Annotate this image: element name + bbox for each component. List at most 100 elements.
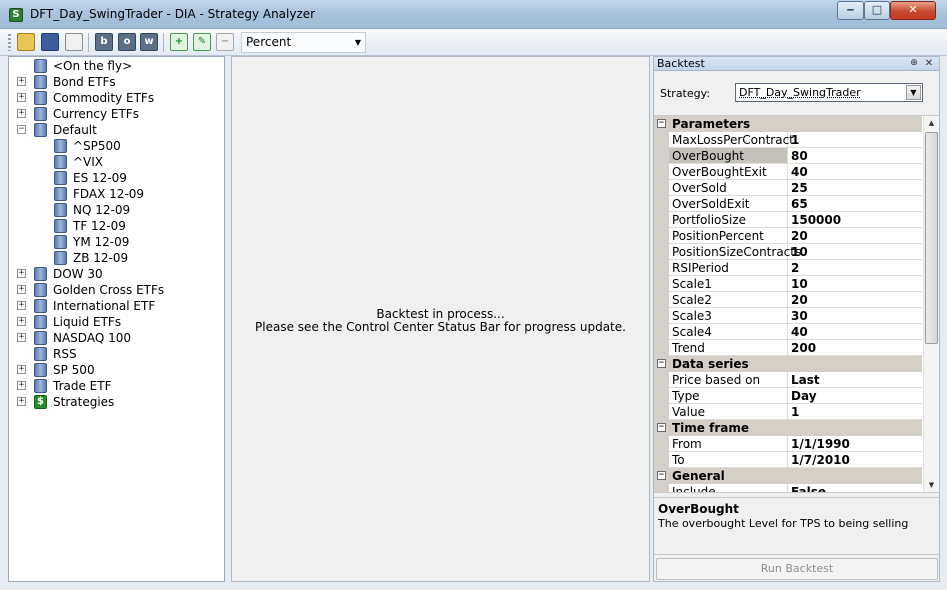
grid-property-value[interactable]: 80 <box>788 148 922 164</box>
grid-property-row[interactable]: OverSoldExit 65 <box>654 196 922 212</box>
grid-property-value[interactable]: 200 <box>788 340 922 356</box>
grid-property-row[interactable]: OverBoughtExit 40 <box>654 164 922 180</box>
tree-item-label: NQ 12-09 <box>73 203 131 217</box>
minimize-icon: ‒ <box>846 3 855 16</box>
grid-property-value[interactable]: 10 <box>788 244 922 260</box>
scroll-up-icon[interactable]: ▲ <box>924 116 939 130</box>
strategy-analyzer-app-icon: S <box>9 8 23 22</box>
grid-gutter <box>654 180 669 196</box>
grid-gutter <box>654 244 669 260</box>
grid-property-value[interactable]: 20 <box>788 292 922 308</box>
display-unit-dropdown[interactable]: Percent ▼ <box>241 32 366 53</box>
grid-category[interactable]: − Time frame <box>654 420 922 436</box>
collapse-minus-icon[interactable]: − <box>657 471 666 480</box>
instrument-list-icon <box>34 107 47 121</box>
collapse-minus-icon[interactable]: − <box>17 125 26 134</box>
instrument-list-icon <box>34 267 47 281</box>
grid-property-value[interactable]: Day <box>788 388 922 404</box>
grid-property-value[interactable]: 40 <box>788 324 922 340</box>
grid-property-row[interactable]: OverBought 80 <box>654 148 922 164</box>
add-icon[interactable]: + <box>170 33 188 51</box>
instrument-tree[interactable]: <On the fly> + Bond ETFs + Commodity ETFs + Cu… <box>8 56 225 582</box>
property-grid[interactable]: − Parameters MaxLossPerContract 1 OverBought… <box>654 115 939 493</box>
expand-plus-icon[interactable]: + <box>17 109 26 118</box>
grid-property-row[interactable]: OverSold 25 <box>654 180 922 196</box>
close-window-button[interactable]: ✕ <box>890 1 936 20</box>
expand-plus-icon[interactable]: + <box>17 365 26 374</box>
grid-property-row[interactable]: MaxLossPerContract 1 <box>654 132 922 148</box>
backtest-b-button[interactable]: b <box>95 33 113 51</box>
chevron-down-icon: ▼ <box>906 85 921 100</box>
expand-plus-icon[interactable]: + <box>17 381 26 390</box>
grid-property-value[interactable]: 65 <box>788 196 922 212</box>
remove-icon[interactable]: − <box>216 33 234 51</box>
optimize-o-button[interactable]: o <box>118 33 136 51</box>
grid-property-row[interactable]: Scale4 40 <box>654 324 922 340</box>
maximize-button[interactable]: □ <box>864 1 890 20</box>
toolbar-grip[interactable] <box>8 34 11 51</box>
grid-property-value[interactable]: 40 <box>788 164 922 180</box>
grid-property-value[interactable]: False <box>788 484 922 492</box>
grid-property-value[interactable]: 150000 <box>788 212 922 228</box>
grid-property-value[interactable]: Last <box>788 372 922 388</box>
expand-plus-icon[interactable]: + <box>17 93 26 102</box>
grid-property-row[interactable]: RSIPeriod 2 <box>654 260 922 276</box>
collapse-minus-icon[interactable]: − <box>657 119 666 128</box>
grid-property-row[interactable]: PositionPercent 20 <box>654 228 922 244</box>
toolbar: b o w + ✎ − Percent ▼ <box>0 29 947 56</box>
main-frame: <On the fly> + Bond ETFs + Commodity ETFs + Cu… <box>0 56 947 590</box>
grid-category[interactable]: − General <box>654 468 922 484</box>
grid-property-value[interactable]: 1/7/2010 <box>788 452 922 468</box>
expand-plus-icon[interactable]: + <box>17 285 26 294</box>
instrument-list-icon <box>34 283 47 297</box>
expand-plus-icon[interactable]: + <box>17 77 26 86</box>
save-disk-icon[interactable] <box>41 33 59 51</box>
grid-property-row[interactable]: To 1/7/2010 <box>654 452 922 468</box>
grid-property-value[interactable]: 1/1/1990 <box>788 436 922 452</box>
grid-property-value[interactable]: 1 <box>788 404 922 420</box>
expand-plus-icon[interactable]: + <box>17 397 26 406</box>
grid-property-row[interactable]: Scale1 10 <box>654 276 922 292</box>
collapse-minus-icon[interactable]: − <box>657 359 666 368</box>
collapse-minus-icon[interactable]: − <box>657 423 666 432</box>
grid-category[interactable]: − Parameters <box>654 116 922 132</box>
grid-property-row[interactable]: Include commissionFalse <box>654 484 922 492</box>
grid-property-row[interactable]: From 1/1/1990 <box>654 436 922 452</box>
property-description-box: OverBought The overbought Level for TPS … <box>654 497 939 555</box>
grid-property-row[interactable]: Scale3 30 <box>654 308 922 324</box>
grid-property-row[interactable]: Price based on Last <box>654 372 922 388</box>
edit-icon[interactable]: ✎ <box>193 33 211 51</box>
grid-category[interactable]: − Data series <box>654 356 922 372</box>
pin-icon[interactable]: ⊕ <box>908 58 920 69</box>
expand-plus-icon[interactable]: + <box>17 333 26 342</box>
instrument-list-icon <box>34 363 47 377</box>
properties-icon[interactable] <box>65 33 83 51</box>
walkforward-w-button[interactable]: w <box>140 33 158 51</box>
grid-property-row[interactable]: Scale2 20 <box>654 292 922 308</box>
close-panel-icon[interactable]: ✕ <box>923 58 935 69</box>
grid-property-row[interactable]: PortfolioSize 150000 <box>654 212 922 228</box>
property-grid-scrollbar[interactable]: ▲ ▼ <box>923 116 939 492</box>
scroll-thumb[interactable] <box>925 132 938 344</box>
grid-property-row[interactable]: Value 1 <box>654 404 922 420</box>
grid-property-value[interactable]: 20 <box>788 228 922 244</box>
scroll-down-icon[interactable]: ▼ <box>924 478 939 492</box>
grid-property-value[interactable]: 25 <box>788 180 922 196</box>
grid-gutter <box>654 340 669 356</box>
minimize-button[interactable]: ‒ <box>837 1 864 20</box>
expand-plus-icon[interactable]: + <box>17 269 26 278</box>
grid-property-value[interactable]: 10 <box>788 276 922 292</box>
open-folder-icon[interactable] <box>17 33 35 51</box>
expand-plus-icon[interactable]: + <box>17 317 26 326</box>
grid-property-row[interactable]: Type Day <box>654 388 922 404</box>
grid-property-value[interactable]: 2 <box>788 260 922 276</box>
grid-property-row[interactable]: PositionSizeContracts 10 <box>654 244 922 260</box>
grid-property-name: Scale3 <box>669 308 788 324</box>
grid-category-label: Parameters <box>672 117 751 131</box>
grid-property-value[interactable]: 30 <box>788 308 922 324</box>
strategy-dropdown[interactable]: DFT_Day_SwingTrader ▼ <box>735 83 923 102</box>
expand-plus-icon[interactable]: + <box>17 301 26 310</box>
grid-property-value[interactable]: 1 <box>788 132 922 148</box>
run-backtest-button[interactable]: Run Backtest <box>656 558 938 580</box>
grid-property-row[interactable]: Trend 200 <box>654 340 922 356</box>
